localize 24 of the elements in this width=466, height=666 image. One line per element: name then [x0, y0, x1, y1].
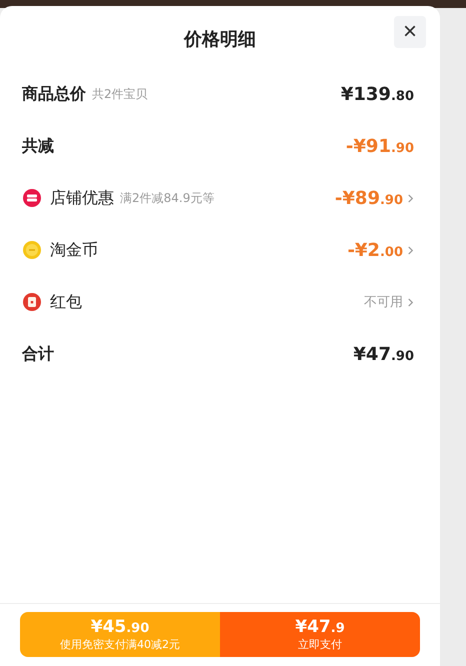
amount-text: ¥139.80: [340, 84, 414, 104]
row-label: 商品总价: [22, 84, 86, 104]
row-label: 共减: [22, 136, 54, 156]
pay-button[interactable]: ¥45.90 使用免密支付满40减2元: [20, 612, 220, 657]
amount-text: ¥47.90: [353, 344, 414, 364]
close-button[interactable]: ×: [394, 16, 426, 48]
envelope-icon: [22, 292, 42, 312]
pay-button[interactable]: ¥47.9 立即支付: [220, 612, 420, 657]
row-label: 红包: [50, 292, 82, 312]
amount-text: -¥2.00: [347, 240, 403, 260]
coin-icon: [22, 240, 42, 260]
row-note: 共2件宝贝: [92, 86, 148, 102]
amount-text: -¥91.90: [346, 136, 414, 156]
row-label: 淘金币: [50, 240, 98, 260]
row-label: 合计: [22, 344, 54, 364]
chevron-right-icon[interactable]: [407, 192, 414, 204]
amount-text: -¥89.90: [334, 188, 403, 208]
store-coupon-icon: [22, 188, 42, 208]
chevron-right-icon[interactable]: [407, 244, 414, 256]
row-label: 店铺优惠: [50, 188, 114, 208]
sheet-title: 价格明细: [184, 28, 256, 51]
row-note: 满2件减84.9元等: [120, 190, 214, 206]
chevron-right-icon[interactable]: [407, 296, 414, 308]
status-text: 不可用: [364, 294, 403, 311]
